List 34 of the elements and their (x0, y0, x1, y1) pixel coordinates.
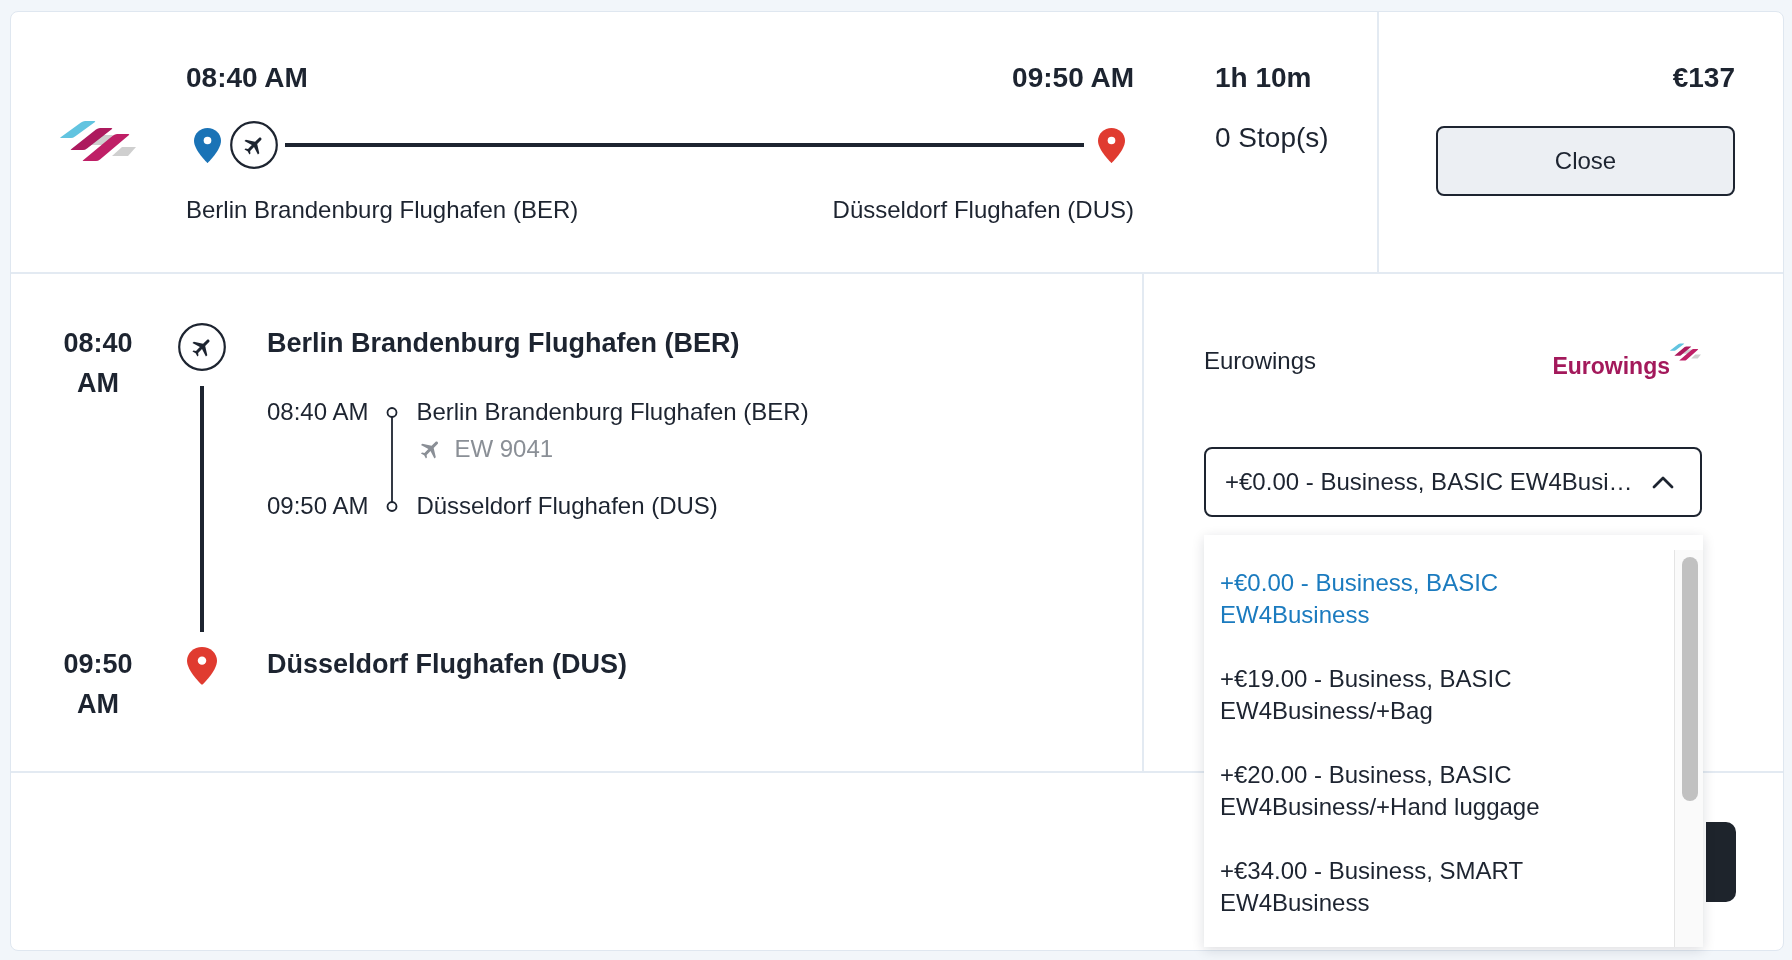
location-pin-icon (1098, 127, 1125, 163)
stop-airport: Berlin Brandenburg Flughafen (BER) (267, 327, 741, 360)
fare-select[interactable]: +€0.00 - Business, BASIC EW4Busi… (1204, 447, 1702, 517)
fare-option[interactable]: +€19.00 - Business, BASIC EW4Business/+Bag (1204, 647, 1673, 743)
segment-airport: Düsseldorf Flughafen (DUS) (416, 491, 719, 521)
logo-wordmark: Eurowings (1552, 352, 1670, 380)
fare-option[interactable]: +€34.00 - Business, SMART EW4Business (1204, 839, 1673, 935)
plane-circle-icon (230, 121, 278, 169)
airline-name: Eurowings (1204, 346, 1317, 376)
stop-time: 09:50 AM (62, 648, 134, 721)
stripes-logo-icon (60, 120, 136, 162)
duration-text: 1h 10m (1215, 62, 1312, 94)
segment-time: 09:50 AM (267, 491, 369, 521)
fare-option[interactable]: +€20.00 - Business, BASIC EW4Business/+Hand luggage (1204, 743, 1673, 839)
close-button[interactable]: Close (1436, 126, 1735, 196)
stops-text: 0 Stop(s) (1215, 122, 1329, 154)
fare-option[interactable]: +€0.00 - Business, BASIC EW4Business (1204, 551, 1673, 647)
flight-number: EW 9041 (454, 434, 554, 464)
arrival-time: 09:50 AM (1012, 62, 1134, 94)
scrollbar-thumb[interactable] (1682, 557, 1698, 801)
stop-time: 08:40 AM (62, 327, 134, 400)
departure-airport: Berlin Brandenburg Flughafen (BER) (186, 195, 579, 225)
departure-time: 08:40 AM (186, 62, 308, 94)
price-text: €137 (1672, 62, 1735, 94)
chevron-icon (1652, 475, 1674, 489)
segment-time: 08:40 AM (267, 397, 369, 427)
stop-airport: Düsseldorf Flughafen (DUS) (267, 648, 627, 681)
segment-airport: Berlin Brandenburg Flughafen (BER) (416, 397, 809, 427)
covered-button[interactable] (1705, 821, 1736, 902)
location-pin-icon (194, 127, 221, 163)
location-pin-icon (187, 647, 217, 685)
stripes-logo-icon (1670, 343, 1701, 361)
arrival-airport: Düsseldorf Flughafen (DUS) (832, 195, 1134, 225)
plane-circle-icon (178, 323, 226, 371)
